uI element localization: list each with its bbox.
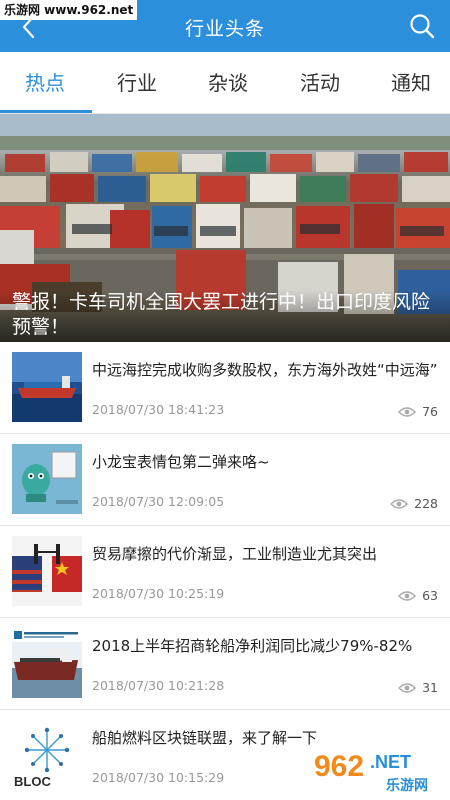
view-count-value: 228 (414, 496, 438, 511)
news-title: 船舶燃料区块链联盟，来了解一下 (92, 729, 318, 747)
view-count: 76 (398, 404, 438, 419)
banner-caption-overlay: 警报！卡车司机全国大罢工进行中！出口印度风险预警！ (0, 290, 450, 342)
eye-icon (398, 590, 417, 601)
category-tabs: 热点 行业 杂谈 活动 通知 (0, 52, 450, 114)
news-title: 小龙宝表情包第二弹来咯~ (92, 453, 270, 471)
tab-notices[interactable]: 通知 (366, 52, 450, 114)
tab-events[interactable]: 活动 (275, 52, 365, 114)
eye-icon (390, 498, 409, 509)
news-timestamp: 2018/07/30 10:21:28 (92, 678, 225, 693)
tab-hot[interactable]: 热点 (0, 52, 90, 114)
view-count-value: 76 (422, 404, 438, 419)
bloc-logo-text: BLOC (14, 774, 51, 789)
news-timestamp: 2018/07/30 18:41:23 (92, 402, 225, 417)
active-tab-indicator (0, 110, 92, 113)
news-item-4[interactable]: 2018上半年招商轮船净利润同比减少79%-82% 2018/07/30 10:… (0, 618, 450, 710)
news-title: 中远海控完成收购多数股权，东方海外改姓“中远海” (92, 361, 438, 379)
container-ship-thumbnail (12, 352, 82, 422)
news-item-2[interactable]: 小龙宝表情包第二弹来咯~ 2018/07/30 12:09:05 228 (0, 434, 450, 526)
corner-logo-suffix: .NET (370, 752, 411, 772)
view-count: 63 (398, 588, 438, 603)
news-item-3[interactable]: 贸易摩擦的代价渐显，工业制造业尤其突出 2018/07/30 10:25:19 … (0, 526, 450, 618)
news-timestamp: 2018/07/30 12:09:05 (92, 494, 225, 509)
eye-icon (398, 406, 417, 417)
news-title: 2018上半年招商轮船净利润同比减少79%-82% (92, 637, 413, 655)
view-count-value: 31 (422, 680, 438, 695)
view-count-value: 63 (422, 588, 438, 603)
headline-banner[interactable]: 警报！卡车司机全国大罢工进行中！出口印度风险预警！ (0, 114, 450, 342)
view-count: 228 (390, 496, 438, 511)
top-bar: 行业头条 乐游网 www.962.net (0, 0, 450, 52)
trade-war-thumbnail (12, 536, 82, 606)
tanker-ship-thumbnail (12, 628, 82, 698)
corner-logo-number: 962 (314, 750, 364, 783)
site-watermark: 乐游网 www.962.net (0, 0, 138, 20)
corner-logo-name: 乐游网 (386, 777, 428, 794)
eye-icon (398, 682, 417, 693)
banner-headline: 警报！卡车司机全国大罢工进行中！出口印度风险预警！ (12, 291, 431, 338)
search-icon[interactable] (408, 12, 436, 40)
app-screen: 行业头条 乐游网 www.962.net 热点 行业 杂谈 活动 通知 警报！卡… (0, 0, 450, 800)
news-title: 贸易摩擦的代价渐显，工业制造业尤其突出 (92, 545, 378, 563)
mascot-thumbnail (12, 444, 82, 514)
news-item-1[interactable]: 中远海控完成收购多数股权，东方海外改姓“中远海” 2018/07/30 18:4… (0, 342, 450, 434)
news-timestamp: 2018/07/30 10:25:19 (92, 586, 225, 601)
view-count: 31 (398, 680, 438, 695)
tab-industry[interactable]: 行业 (92, 52, 182, 114)
site-corner-logo: 962 .NET 乐游网 (314, 750, 428, 794)
news-timestamp: 2018/07/30 10:15:29 (92, 770, 225, 785)
news-list: 中远海控完成收购多数股权，东方海外改姓“中远海” 2018/07/30 18:4… (0, 342, 450, 800)
blockchain-thumbnail: BLOC (12, 720, 82, 790)
tab-misc[interactable]: 杂谈 (183, 52, 273, 114)
